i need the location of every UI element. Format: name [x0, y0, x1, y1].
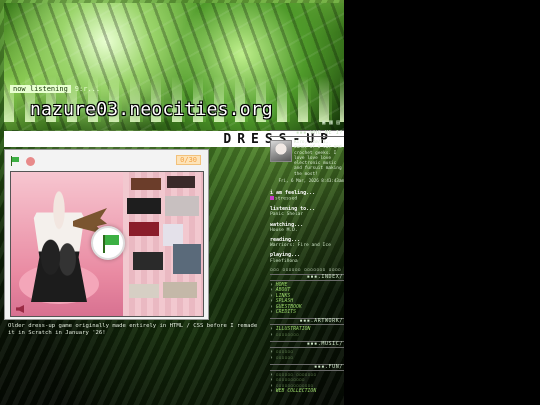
status-value-reading: Warriors: Fire and Ice: [270, 243, 331, 249]
profile: Kiro, 22ø/Ti, owner of a car and crochet…: [270, 140, 344, 177]
avatar: [270, 140, 292, 162]
nav-item-web-collection[interactable]: › WEB COLLECTION: [270, 389, 344, 394]
datetime: Fri, 6 Mar, 2026 8:43:43am: [278, 178, 344, 184]
play-button[interactable]: [91, 226, 125, 260]
character-figure: [31, 190, 87, 302]
header-banner: now listening 9:r... nazure03.neocities.…: [4, 3, 344, 130]
status-value-feeling: stressed: [270, 196, 344, 203]
sidebar: ▪▪▪.WHO ME I? Kiro, 22ø/Ti, owner of a c…: [270, 130, 344, 405]
game-toolbar: 0/30: [10, 155, 203, 167]
site-name: nazure03.neocities.org: [30, 99, 273, 120]
header-chip-text: 9:r...: [74, 85, 101, 93]
fun-nav: › ▫▫▫▫▫▫ ▫▫▫▫▫▫▫ › ▫▫▫▫▫▫▫▫▫▫ › ▫▫▫▫▫▫▫▫…: [270, 373, 344, 395]
nav-item-music-2[interactable]: › ▫▫▫▫▫▫: [270, 356, 344, 361]
game-card: 0/30: [4, 149, 209, 320]
header-corner-icons: ▣ ▦ ▤: [321, 119, 340, 126]
sidebar-heading-fun: ▪▪▪.FUN/: [270, 364, 344, 372]
green-flag-icon[interactable]: [10, 156, 20, 166]
artwork-nav: › ILLUSTRATION › ▫▫▫▫▫▫▫▫: [270, 327, 344, 338]
game-stage[interactable]: [10, 171, 204, 317]
clothing-item[interactable]: [131, 178, 161, 190]
sidebar-heading-music: ▪▪▪.MUSIC/: [270, 341, 344, 349]
bio-text: Kiro, 22ø/Ti, owner of a car and crochet…: [294, 140, 342, 177]
status-block: i am feeling... stressed listening to...…: [270, 190, 344, 265]
game-description: Older dress-up game originally made enti…: [8, 323, 258, 336]
header-tags: now listening 9:r...: [10, 85, 100, 93]
clothing-item[interactable]: [129, 284, 159, 298]
green-flag-icon: [105, 235, 119, 245]
music-nav: › ▫▫▫▫▫▫ › ▫▫▫▫▫▫: [270, 350, 344, 361]
clothing-item[interactable]: [127, 198, 161, 214]
background-dark: [344, 0, 540, 405]
clothing-rack: [123, 172, 203, 316]
status-value-watching: House M.D.: [270, 227, 298, 233]
sidebar-heading-about: ▪▪▪.WHO ME I?: [270, 130, 344, 137]
status-value-listening: Panic Shelar: [270, 212, 304, 218]
clothing-item[interactable]: [165, 196, 199, 216]
stop-icon[interactable]: [26, 156, 35, 166]
clothing-item[interactable]: [163, 282, 197, 298]
clothing-item[interactable]: [129, 222, 159, 236]
mood-dot-icon: [270, 196, 274, 201]
sidebar-heading-artwork: ▪▪▪.ARTWORK/: [270, 318, 344, 326]
nav-item-artwork-2[interactable]: › ▫▫▫▫▫▫▫▫: [270, 333, 344, 338]
nav-item-credits[interactable]: › CREDITS: [270, 310, 344, 315]
clothing-item[interactable]: [167, 176, 195, 188]
count-badge: 0/30: [176, 155, 201, 165]
index-nav: › HOME › ABOUT › LINKS › SPLASH › GUESTB…: [270, 283, 344, 315]
header-chip: now listening: [10, 85, 71, 93]
clothing-item[interactable]: [163, 224, 183, 246]
clothing-item[interactable]: [133, 252, 163, 270]
clothing-item[interactable]: [173, 244, 201, 274]
sidebar-heading-index: ▪▪▪.INDEX/: [270, 274, 344, 282]
status-value-playing: Fleefiñona: [270, 258, 298, 264]
